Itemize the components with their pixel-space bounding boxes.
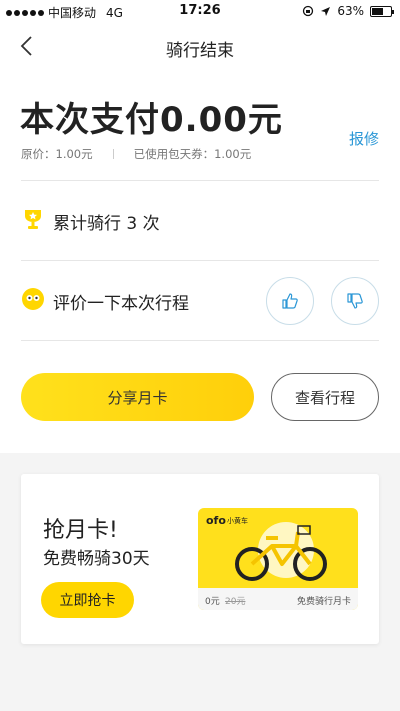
view-trip-button[interactable]: 查看行程	[271, 373, 379, 421]
status-right: 63%	[302, 4, 394, 18]
divider	[21, 260, 379, 261]
monthly-card-promo[interactable]: 抢月卡! 免费畅骑30天 立即抢卡 ofo 小黄车 0元 20元 免费骑行月卡	[21, 474, 379, 644]
ride-summary: 本次支付0.00元 报修 原价：1.00元 已使用包天券：1.00元 累计骑行 …	[0, 70, 400, 453]
card-caption: 免费骑行月卡	[296, 597, 351, 607]
pass-used: 已使用包天券：1.00元	[133, 147, 252, 161]
location-icon	[321, 6, 331, 16]
thumbs-up-button[interactable]	[266, 277, 314, 325]
ride-count: 累计骑行 3 次	[53, 214, 160, 234]
price-details: 原价：1.00元 已使用包天券：1.00元	[21, 146, 251, 162]
original-price: 原价：1.00元	[21, 147, 93, 161]
ofo-logo: ofo	[206, 514, 226, 527]
divider	[21, 340, 379, 341]
card-footer: 0元 20元 免费骑行月卡	[198, 588, 358, 610]
status-bar: 中国移动 4G 17:26 63%	[0, 0, 400, 22]
thumbs-up-icon	[282, 293, 298, 309]
thumbs-down-icon	[347, 293, 363, 309]
nav-bar: 骑行结束	[0, 22, 400, 70]
trophy-icon	[25, 210, 41, 229]
card-price: 0元	[205, 597, 220, 607]
battery-icon	[370, 5, 394, 17]
share-monthly-card-button[interactable]: 分享月卡	[21, 373, 254, 421]
bicycle-icon	[235, 522, 327, 581]
page-title: 骑行结束	[166, 41, 234, 61]
grab-card-button[interactable]: 立即抢卡	[41, 582, 134, 618]
promo-subtitle: 免费畅骑30天	[43, 549, 150, 569]
ofo-face-icon	[22, 288, 44, 310]
monthly-card-image: ofo 小黄车 0元 20元 免费骑行月卡	[198, 508, 358, 610]
promo-title: 抢月卡!	[43, 518, 118, 543]
card-old-price: 20元	[225, 597, 246, 607]
rate-prompt: 评价一下本次行程	[53, 294, 189, 314]
payment-amount: 本次支付0.00元	[20, 100, 283, 140]
thumbs-down-button[interactable]	[331, 277, 379, 325]
battery-percent: 63%	[337, 4, 364, 18]
divider	[21, 180, 379, 181]
repair-link[interactable]: 报修	[349, 128, 379, 149]
rotation-lock-icon	[303, 5, 314, 17]
price-separator	[112, 149, 114, 159]
